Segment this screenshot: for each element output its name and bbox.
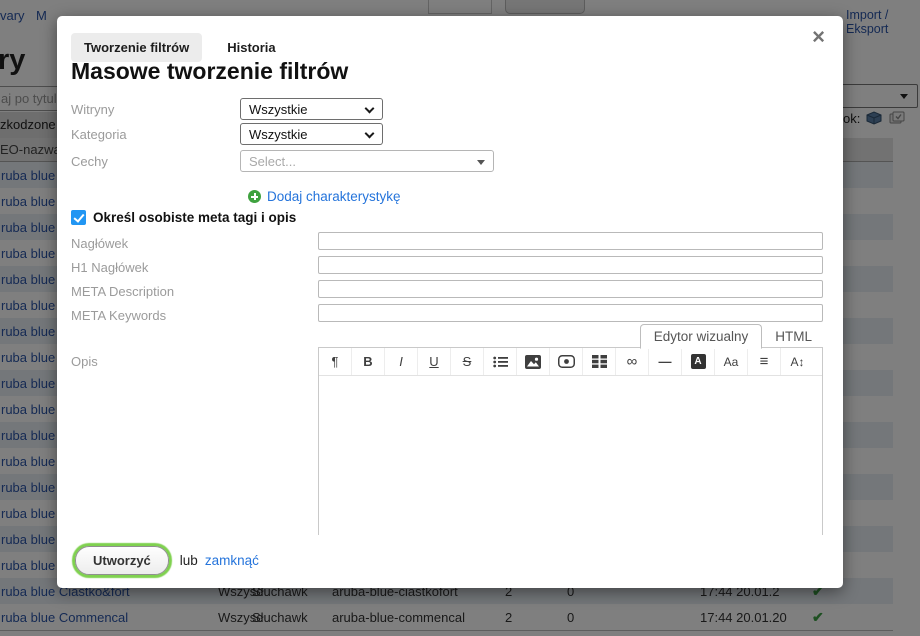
witryny-select[interactable]: Wszystkie (240, 98, 383, 120)
rich-text-editor: ¶ B I U S ∞ — A Aa ≡ A↕ (318, 347, 823, 535)
h1-naglowek-input[interactable] (318, 256, 823, 274)
bold-icon[interactable]: B (352, 348, 385, 375)
line-height-icon[interactable]: A↕ (781, 348, 814, 375)
h1-naglowek-label: H1 Nagłówek (71, 260, 149, 275)
meta-keywords-input[interactable] (318, 304, 823, 322)
witryny-value: Wszystkie (249, 101, 308, 117)
tab-edytor-wizualny[interactable]: Edytor wizualny (639, 324, 763, 349)
chevron-down-icon (364, 128, 375, 139)
kategoria-label: Kategoria (71, 127, 127, 142)
plus-icon (248, 190, 261, 203)
align-icon[interactable]: ≡ (748, 348, 781, 375)
editor-toolbar: ¶ B I U S ∞ — A Aa ≡ A↕ (319, 348, 822, 376)
cechy-label: Cechy (71, 154, 108, 169)
tab-html[interactable]: HTML (762, 325, 825, 348)
image-icon[interactable] (517, 348, 550, 375)
caret-down-icon (477, 160, 485, 165)
add-characteristic-link[interactable]: Dodaj charakterystykę (248, 189, 401, 204)
strikethrough-icon[interactable]: S (451, 348, 484, 375)
video-icon[interactable] (550, 348, 583, 375)
modal-footer: Utworzyć lub zamknąć (75, 546, 259, 575)
naglowek-input[interactable] (318, 232, 823, 250)
font-size-icon[interactable]: Aa (715, 348, 748, 375)
close-modal-link[interactable]: zamknąć (205, 553, 259, 568)
cechy-placeholder: Select... (249, 153, 296, 169)
add-characteristic-label[interactable]: Dodaj charakterystykę (267, 189, 401, 204)
cechy-select[interactable]: Select... (240, 150, 494, 172)
meta-checkbox-label: Określ osobiste meta tagi i opis (93, 210, 297, 225)
underline-icon[interactable]: U (418, 348, 451, 375)
checkbox-checked-icon[interactable] (71, 210, 86, 225)
text-color-icon[interactable]: A (682, 348, 715, 375)
page: vary M Import / Eksport ry aj po tytule … (0, 0, 920, 636)
opis-label: Opis (71, 354, 98, 369)
naglowek-label: Nagłówek (71, 236, 129, 251)
italic-icon[interactable]: I (385, 348, 418, 375)
meta-keywords-label: META Keywords (71, 308, 167, 323)
horizontal-rule-icon[interactable]: — (649, 348, 682, 375)
modal-title: Masowe tworzenie filtrów (71, 58, 349, 84)
chevron-down-icon (364, 103, 375, 114)
mass-filter-modal: × Tworzenie filtrów Historia Masowe twor… (57, 16, 843, 588)
witryny-label: Witryny (71, 102, 115, 117)
meta-description-label: META Description (71, 284, 175, 299)
kategoria-select[interactable]: Wszystkie (240, 123, 383, 145)
link-icon[interactable]: ∞ (616, 348, 649, 375)
table-icon[interactable] (583, 348, 616, 375)
or-text: lub (179, 553, 198, 568)
create-button[interactable]: Utworzyć (75, 546, 169, 575)
kategoria-value: Wszystkie (249, 126, 308, 142)
paragraph-icon[interactable]: ¶ (319, 348, 352, 375)
close-icon[interactable]: × (812, 26, 825, 48)
meta-checkbox-row: Określ osobiste meta tagi i opis (71, 210, 296, 225)
editor-content-area[interactable] (319, 376, 822, 535)
editor-tabs: Edytor wizualny HTML (318, 324, 825, 349)
meta-description-input[interactable] (318, 280, 823, 298)
bullet-list-icon[interactable] (484, 348, 517, 375)
